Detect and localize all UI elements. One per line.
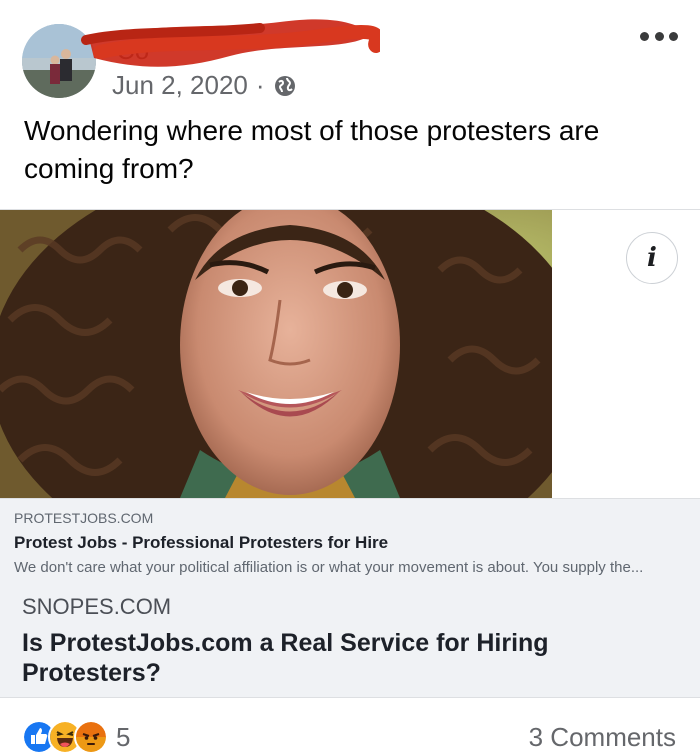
comments-link[interactable]: 3 Comments [529, 722, 676, 753]
post-text: Wondering where most of those protesters… [24, 115, 600, 184]
link-preview-card[interactable]: i PROTESTJOBS.COM Protest Jobs - Profess… [0, 209, 700, 577]
fact-check-domain: SNOPES.COM [22, 594, 172, 619]
meta-separator: · [255, 70, 265, 100]
reaction-count: 5 [116, 721, 131, 752]
link-preview-meta[interactable]: PROTESTJOBS.COM Protest Jobs - Professio… [0, 498, 700, 576]
link-title[interactable]: Protest Jobs - Professional Protesters f… [14, 531, 686, 555]
facebook-post: Co Jun 2, 2020 · Wondering where most of… [0, 0, 700, 754]
link-preview-image[interactable] [0, 210, 552, 498]
author-name-redaction: Co [81, 19, 380, 67]
globe-icon [273, 74, 297, 98]
reactions-summary[interactable]: 5 [22, 720, 130, 754]
link-domain: PROTESTJOBS.COM [14, 510, 154, 526]
more-options-icon[interactable] [640, 30, 678, 42]
post-footer: 5 3 Comments [0, 712, 700, 754]
fact-check-card[interactable]: SNOPES.COM Is ProtestJobs.com a Real Ser… [0, 576, 700, 698]
link-description: We don't care what your political affili… [14, 559, 644, 576]
info-icon[interactable]: i [626, 232, 678, 284]
fact-check-title[interactable]: Is ProtestJobs.com a Real Service for Hi… [22, 628, 642, 688]
angry-icon [74, 720, 108, 754]
post-date[interactable]: Jun 2, 2020 [112, 70, 248, 101]
post-meta: Jun 2, 2020 · [112, 70, 297, 101]
